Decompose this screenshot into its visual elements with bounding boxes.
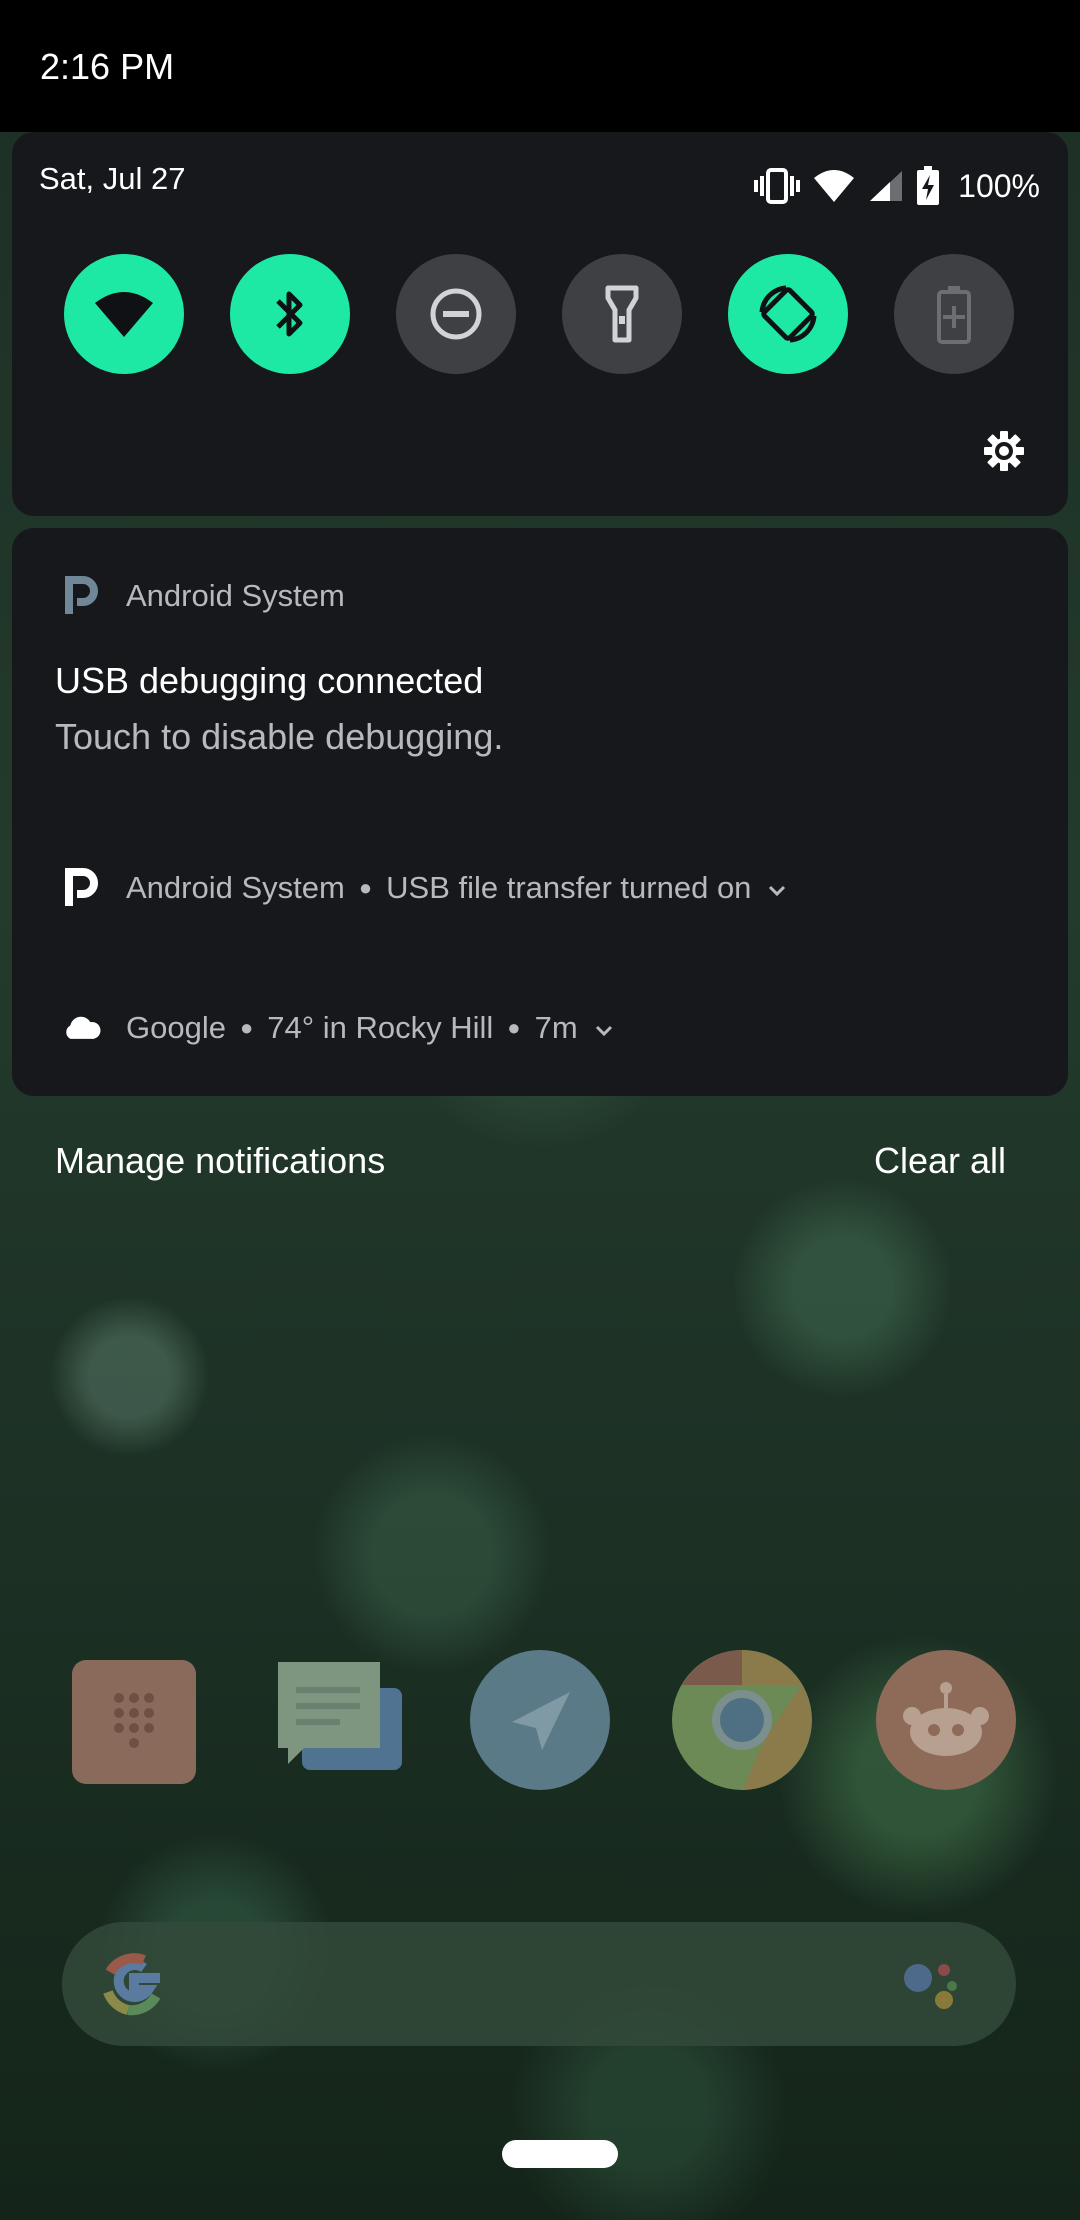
- system-status-icons: 100%: [754, 164, 1040, 208]
- direct-icon[interactable]: [470, 1650, 610, 1790]
- notification-summary: 74° in Rocky Hill: [267, 1010, 494, 1045]
- qs-date[interactable]: Sat, Jul 27: [39, 161, 185, 197]
- bluetooth-tile[interactable]: [230, 254, 350, 374]
- notification-summary: USB file transfer turned on: [386, 870, 752, 905]
- google-search-bar[interactable]: [62, 1922, 1016, 2046]
- gear-icon: [984, 431, 1024, 471]
- notification-weather[interactable]: Google ● 74° in Rocky Hill ● 7m: [62, 1008, 614, 1048]
- notification-body: Touch to disable debugging.: [55, 716, 504, 757]
- quick-settings-panel: Sat, Jul 27 100%: [12, 132, 1068, 516]
- settings-button[interactable]: [982, 429, 1026, 473]
- wifi-icon: [95, 292, 153, 337]
- auto-rotate-icon: [759, 285, 817, 343]
- clear-all-button[interactable]: Clear all: [874, 1140, 1006, 1182]
- cell-signal-icon: [868, 169, 904, 203]
- android-system-icon: [62, 576, 102, 616]
- auto-rotate-tile[interactable]: [728, 254, 848, 374]
- cloud-icon: [62, 1008, 102, 1048]
- manage-notifications-button[interactable]: Manage notifications: [55, 1140, 385, 1182]
- notification-header: Android System: [62, 576, 345, 616]
- quick-settings-tiles: [64, 254, 1024, 376]
- notifications-panel: Android System USB debugging connected T…: [12, 528, 1068, 1096]
- battery-saver-icon: [937, 286, 971, 344]
- chevron-down-icon[interactable]: [767, 870, 787, 906]
- notification-title: USB debugging connected: [55, 660, 484, 701]
- chrome-icon[interactable]: [672, 1650, 812, 1790]
- battery-percent: 100%: [958, 167, 1040, 204]
- android-system-icon: [62, 868, 102, 908]
- status-bar: 2:16 PM: [0, 0, 1080, 132]
- notification-usb-transfer[interactable]: Android System ● USB file transfer turne…: [62, 868, 787, 908]
- separator-dot: ●: [358, 875, 373, 900]
- google-g-icon: [103, 1953, 161, 2016]
- battery-saver-tile[interactable]: [894, 254, 1014, 374]
- flashlight-tile[interactable]: [562, 254, 682, 374]
- battery-charging-icon: [916, 166, 940, 206]
- notification-app-name: Google: [126, 1010, 226, 1045]
- do-not-disturb-tile[interactable]: [396, 254, 516, 374]
- google-assistant-icon[interactable]: [900, 1956, 962, 2018]
- reddit-icon[interactable]: [876, 1650, 1016, 1790]
- status-time: 2:16 PM: [40, 46, 175, 87]
- notification-app-name: Android System: [126, 870, 345, 905]
- do-not-disturb-icon: [430, 288, 482, 340]
- messages-icon[interactable]: [270, 1650, 410, 1790]
- phone-icon[interactable]: [64, 1650, 204, 1790]
- notification-time: 7m: [534, 1010, 578, 1045]
- chevron-down-icon[interactable]: [594, 1010, 614, 1046]
- notification-app-name: Android System: [126, 578, 345, 613]
- separator-dot: ●: [239, 1015, 254, 1040]
- wifi-signal-icon: [812, 168, 856, 204]
- bluetooth-icon: [276, 291, 303, 337]
- separator-dot: ●: [507, 1015, 521, 1040]
- app-dock: [0, 1650, 1080, 1794]
- vibrate-icon: [754, 166, 801, 206]
- home-gesture-pill[interactable]: [502, 2140, 618, 2168]
- flashlight-icon: [605, 285, 639, 343]
- wifi-tile[interactable]: [64, 254, 184, 374]
